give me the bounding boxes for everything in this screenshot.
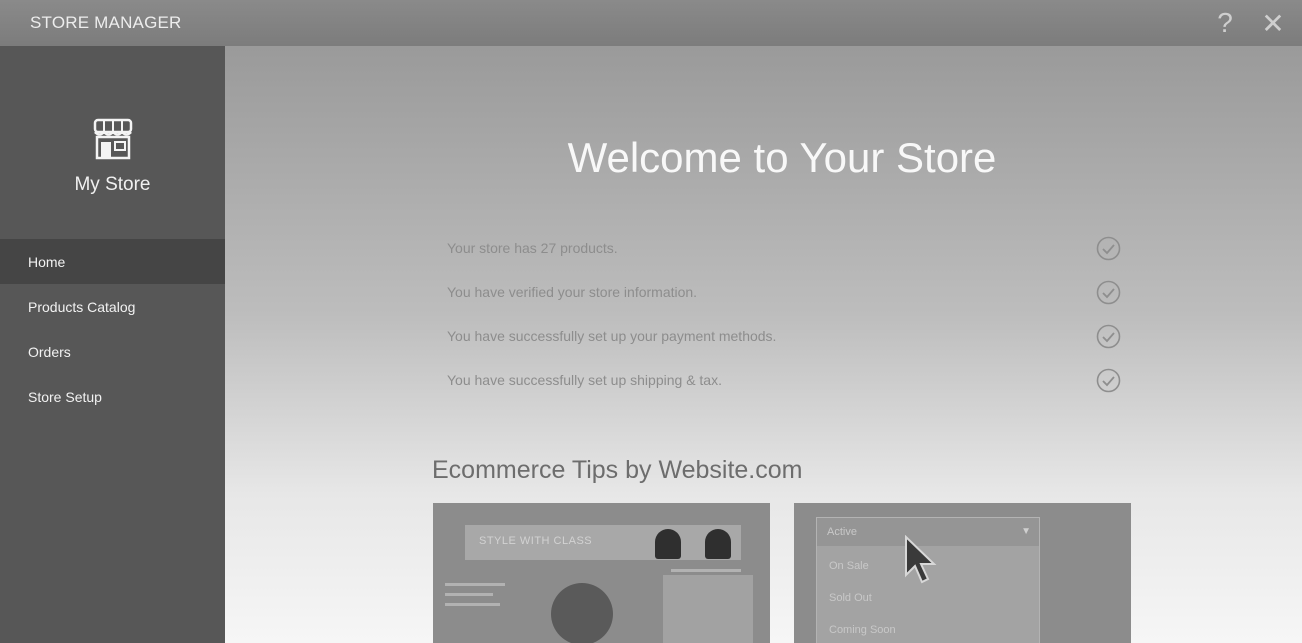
sidebar-item-home[interactable]: Home (0, 239, 225, 284)
checklist-item-text: You have successfully set up shipping & … (447, 372, 722, 388)
sidebar-item-orders[interactable]: Orders (0, 329, 225, 374)
sidebar: My Store Home Products Catalog Orders St… (0, 46, 225, 643)
preview-dropdown-option: Sold Out (829, 592, 872, 604)
mouse-cursor-icon (905, 535, 937, 584)
storefront-icon (93, 118, 133, 160)
preview-text-line (445, 603, 500, 606)
preview-dropdown-option: Coming Soon (829, 624, 896, 636)
tip-card-2[interactable]: Active ▼ On Sale Sold Out Coming Soon (794, 503, 1131, 643)
store-name: My Store (74, 174, 151, 195)
checklist-item: Your store has 27 products. (433, 227, 1123, 271)
help-button[interactable]: ? (1208, 6, 1242, 40)
model-silhouette (655, 529, 681, 559)
chevron-down-icon: ▼ (1021, 526, 1031, 537)
sidebar-item-products-catalog[interactable]: Products Catalog (0, 284, 225, 329)
check-circle-icon (1096, 280, 1121, 305)
checklist-item-text: You have successfully set up your paymen… (447, 328, 777, 344)
title-bar: STORE MANAGER ? ✕ (0, 0, 1302, 46)
checklist-item: You have successfully set up your paymen… (433, 315, 1123, 359)
model-silhouette (705, 529, 731, 559)
preview-dropdown-value: Active (827, 526, 857, 538)
preview-text-line (445, 593, 493, 596)
preview-dropdown-option: On Sale (829, 560, 869, 572)
checklist-item-text: You have verified your store information… (447, 284, 698, 300)
sidebar-nav: Home Products Catalog Orders Store Setup (0, 239, 225, 419)
checklist-item-text: Your store has 27 products. (447, 240, 618, 256)
product-image (551, 583, 613, 643)
tips-heading: Ecommerce Tips by Website.com (432, 456, 803, 484)
preview-banner: STYLE WITH CLASS (465, 525, 741, 560)
close-button[interactable]: ✕ (1256, 6, 1290, 40)
preview-panel (663, 575, 753, 643)
sidebar-item-store-setup[interactable]: Store Setup (0, 374, 225, 419)
preview-banner-text: STYLE WITH CLASS (479, 535, 593, 547)
check-circle-icon (1096, 324, 1121, 349)
check-circle-icon (1096, 368, 1121, 393)
preview-text-line (445, 583, 505, 586)
checklist-item: You have verified your store information… (433, 271, 1123, 315)
check-circle-icon (1096, 236, 1121, 261)
app-title: STORE MANAGER (30, 13, 182, 32)
checklist-item: You have successfully set up shipping & … (433, 359, 1123, 403)
welcome-heading: Welcome to Your Store (567, 134, 997, 181)
setup-checklist: Your store has 27 products. You have ver… (433, 227, 1123, 403)
main-content: Welcome to Your Store Your store has 27 … (225, 46, 1302, 643)
tip-card-1[interactable]: STYLE WITH CLASS (433, 503, 770, 643)
preview-text-line (671, 569, 741, 572)
